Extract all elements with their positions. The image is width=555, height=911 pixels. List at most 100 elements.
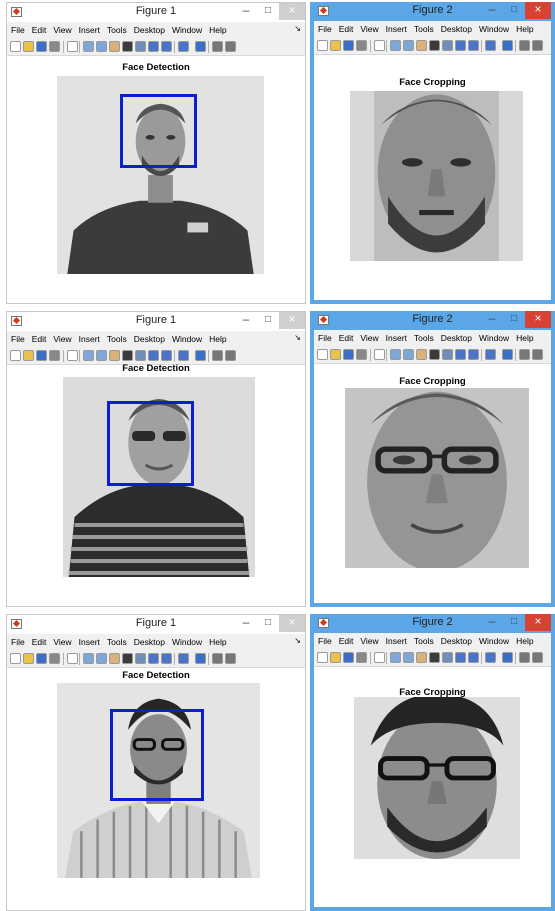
menu-view[interactable]: View xyxy=(49,23,74,38)
menu-desktop[interactable]: Desktop xyxy=(130,635,168,650)
pan-icon[interactable] xyxy=(416,40,427,51)
menu-window[interactable]: Window xyxy=(168,332,205,347)
print-icon[interactable] xyxy=(356,652,367,663)
close-button[interactable]: × xyxy=(279,615,305,632)
menu-desktop[interactable]: Desktop xyxy=(130,23,168,38)
menu-insert[interactable]: Insert xyxy=(382,22,410,37)
pointer-icon[interactable] xyxy=(67,41,78,52)
link-icon[interactable] xyxy=(468,40,479,51)
zoom-out-icon[interactable] xyxy=(96,653,107,664)
minimize-button[interactable]: – xyxy=(235,3,257,20)
hide-plot-tools-icon[interactable] xyxy=(212,653,223,664)
menu-help[interactable]: Help xyxy=(512,22,536,37)
maximize-button[interactable]: □ xyxy=(257,312,279,329)
rotate-icon[interactable] xyxy=(122,41,133,52)
data-cursor-icon[interactable] xyxy=(442,652,453,663)
link-icon[interactable] xyxy=(161,653,172,664)
hide-plot-tools-icon[interactable] xyxy=(519,349,530,360)
pointer-icon[interactable] xyxy=(374,40,385,51)
new-figure-icon[interactable] xyxy=(10,653,21,664)
zoom-in-icon[interactable] xyxy=(83,41,94,52)
save-icon[interactable] xyxy=(36,41,47,52)
menu-view[interactable]: View xyxy=(356,331,381,346)
show-plot-tools-icon[interactable] xyxy=(225,41,236,52)
menu-tools[interactable]: Tools xyxy=(103,23,130,38)
menu-insert[interactable]: Insert xyxy=(382,331,410,346)
pan-icon[interactable] xyxy=(109,41,120,52)
print-icon[interactable] xyxy=(356,40,367,51)
rotate-icon[interactable] xyxy=(429,40,440,51)
print-icon[interactable] xyxy=(356,349,367,360)
new-figure-icon[interactable] xyxy=(317,652,328,663)
menu-file[interactable]: File xyxy=(7,635,28,650)
data-cursor-icon[interactable] xyxy=(135,350,146,361)
maximize-button[interactable]: □ xyxy=(257,3,279,20)
minimize-button[interactable]: – xyxy=(481,614,503,631)
close-button[interactable]: × xyxy=(279,312,305,329)
title-bar[interactable]: Figure 1 – □ × xyxy=(7,615,305,634)
legend-icon[interactable] xyxy=(502,349,513,360)
colorbar-icon[interactable] xyxy=(178,41,189,52)
maximize-button[interactable]: □ xyxy=(257,615,279,632)
menu-view[interactable]: View xyxy=(49,635,74,650)
new-figure-icon[interactable] xyxy=(10,41,21,52)
save-icon[interactable] xyxy=(343,40,354,51)
show-plot-tools-icon[interactable] xyxy=(225,653,236,664)
new-figure-icon[interactable] xyxy=(10,350,21,361)
minimize-button[interactable]: – xyxy=(481,311,503,328)
print-icon[interactable] xyxy=(49,41,60,52)
brush-icon[interactable] xyxy=(148,653,159,664)
menu-desktop[interactable]: Desktop xyxy=(437,22,475,37)
colorbar-icon[interactable] xyxy=(485,652,496,663)
zoom-in-icon[interactable] xyxy=(390,652,401,663)
open-icon[interactable] xyxy=(330,40,341,51)
pan-icon[interactable] xyxy=(416,652,427,663)
menu-edit[interactable]: Edit xyxy=(335,22,357,37)
menu-desktop[interactable]: Desktop xyxy=(437,634,475,649)
hide-plot-tools-icon[interactable] xyxy=(212,350,223,361)
title-bar[interactable]: Figure 1 – □ × xyxy=(7,312,305,331)
menu-tools[interactable]: Tools xyxy=(103,332,130,347)
close-button[interactable]: × xyxy=(525,2,551,19)
show-plot-tools-icon[interactable] xyxy=(225,350,236,361)
menu-window[interactable]: Window xyxy=(475,22,512,37)
menu-edit[interactable]: Edit xyxy=(335,634,357,649)
show-plot-tools-icon[interactable] xyxy=(532,652,543,663)
open-icon[interactable] xyxy=(23,41,34,52)
zoom-out-icon[interactable] xyxy=(403,652,414,663)
link-icon[interactable] xyxy=(468,349,479,360)
zoom-in-icon[interactable] xyxy=(83,653,94,664)
menu-help[interactable]: Help xyxy=(205,635,229,650)
menu-tools[interactable]: Tools xyxy=(410,22,437,37)
menu-insert[interactable]: Insert xyxy=(75,332,103,347)
menu-window[interactable]: Window xyxy=(475,634,512,649)
zoom-in-icon[interactable] xyxy=(390,349,401,360)
colorbar-icon[interactable] xyxy=(178,653,189,664)
menu-window[interactable]: Window xyxy=(168,23,205,38)
pointer-icon[interactable] xyxy=(67,350,78,361)
dock-arrow-icon[interactable]: ↘ xyxy=(294,636,301,645)
menu-tools[interactable]: Tools xyxy=(410,331,437,346)
data-cursor-icon[interactable] xyxy=(135,41,146,52)
menu-help[interactable]: Help xyxy=(512,634,536,649)
menu-file[interactable]: File xyxy=(7,332,28,347)
maximize-button[interactable]: □ xyxy=(503,311,525,328)
close-button[interactable]: × xyxy=(525,614,551,631)
menu-window[interactable]: Window xyxy=(168,635,205,650)
close-button[interactable]: × xyxy=(525,311,551,328)
hide-plot-tools-icon[interactable] xyxy=(519,40,530,51)
dock-arrow-icon[interactable]: ↘ xyxy=(294,24,301,33)
menu-edit[interactable]: Edit xyxy=(28,332,50,347)
rotate-icon[interactable] xyxy=(122,653,133,664)
save-icon[interactable] xyxy=(343,652,354,663)
close-button[interactable]: × xyxy=(279,3,305,20)
colorbar-icon[interactable] xyxy=(485,40,496,51)
rotate-icon[interactable] xyxy=(429,652,440,663)
zoom-out-icon[interactable] xyxy=(403,40,414,51)
menu-help[interactable]: Help xyxy=(205,332,229,347)
maximize-button[interactable]: □ xyxy=(503,2,525,19)
menu-view[interactable]: View xyxy=(49,332,74,347)
open-icon[interactable] xyxy=(330,349,341,360)
menu-edit[interactable]: Edit xyxy=(28,23,50,38)
pointer-icon[interactable] xyxy=(374,349,385,360)
